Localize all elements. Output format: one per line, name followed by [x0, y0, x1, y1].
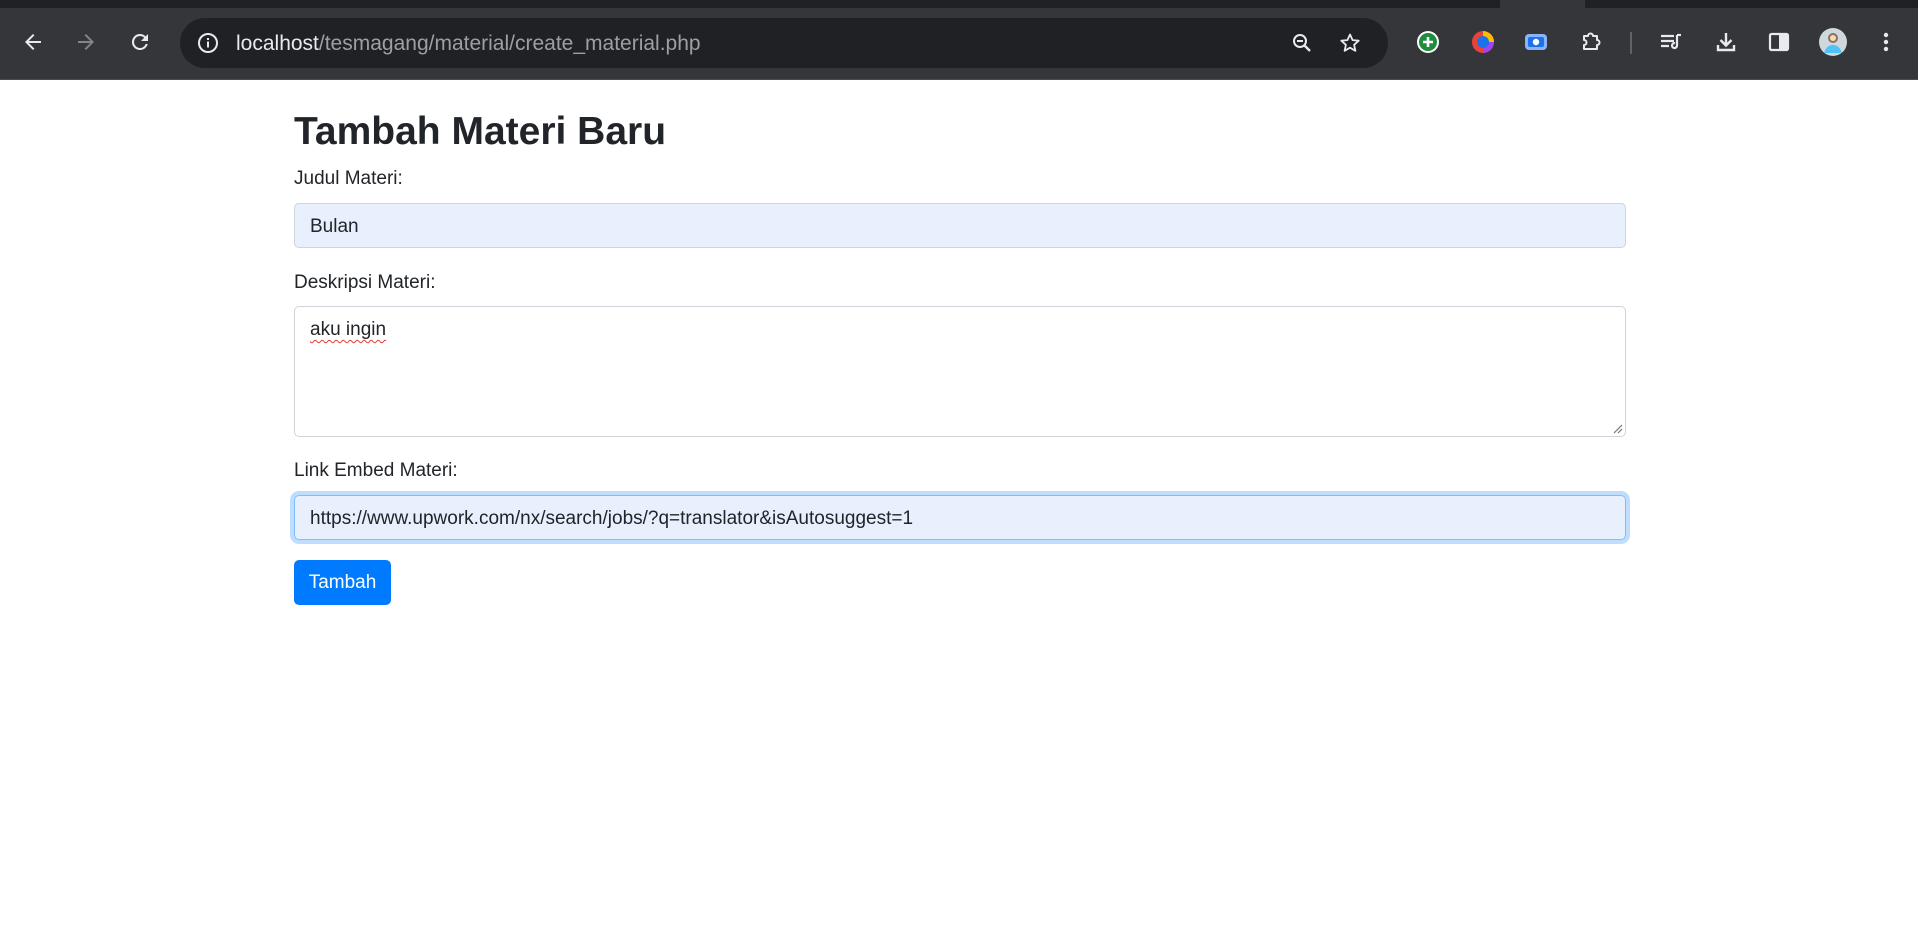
- browser-toolbar: localhost/tesmagang/material/create_mate…: [0, 0, 1918, 80]
- add-extension-icon[interactable]: [1411, 25, 1445, 59]
- link-label: Link Embed Materi:: [294, 460, 458, 481]
- menu-kebab-icon[interactable]: [1869, 25, 1903, 59]
- bookmark-star-icon[interactable]: [1334, 27, 1366, 59]
- address-bar[interactable]: localhost/tesmagang/material/create_mate…: [180, 18, 1388, 68]
- resize-grip-icon[interactable]: [1611, 422, 1623, 434]
- description-textarea[interactable]: aku ingin: [294, 306, 1626, 437]
- link-embed-input[interactable]: https://www.upwork.com/nx/search/jobs/?q…: [294, 495, 1626, 540]
- url-path: /tesmagang/material/create_material.php: [318, 32, 701, 55]
- title-input[interactable]: Bulan: [294, 203, 1626, 248]
- reload-icon: [131, 33, 148, 50]
- back-button[interactable]: [13, 22, 53, 62]
- screen-capture-icon[interactable]: [1519, 25, 1553, 59]
- url-host: localhost: [236, 32, 319, 55]
- side-panel-icon[interactable]: [1762, 25, 1796, 59]
- toolbar-separator: [1630, 32, 1632, 54]
- color-extension-icon[interactable]: [1466, 25, 1500, 59]
- download-icon[interactable]: [1709, 25, 1743, 59]
- tab-strip: [0, 0, 1500, 8]
- site-info-icon[interactable]: [192, 27, 224, 59]
- reading-list-icon[interactable]: [1654, 25, 1688, 59]
- description-label: Deskripsi Materi:: [294, 272, 436, 293]
- description-textarea-value: aku ingin: [310, 319, 387, 340]
- title-label: Judul Materi:: [294, 168, 403, 189]
- back-icon: [25, 34, 41, 50]
- forward-icon: [78, 34, 94, 50]
- zoom-icon[interactable]: [1286, 27, 1318, 59]
- forward-button[interactable]: [66, 22, 106, 62]
- url-text[interactable]: localhost/tesmagang/material/create_mate…: [236, 32, 701, 56]
- extensions-puzzle-icon[interactable]: [1574, 25, 1608, 59]
- link-embed-input-value: https://www.upwork.com/nx/search/jobs/?q…: [310, 508, 914, 529]
- title-input-value: Bulan: [310, 216, 359, 237]
- profile-avatar[interactable]: [1816, 25, 1850, 59]
- tab-strip-right: [1585, 0, 1918, 8]
- submit-button[interactable]: Tambah: [294, 560, 391, 605]
- reload-button[interactable]: [120, 22, 160, 62]
- page-title: Tambah Materi Baru: [294, 110, 667, 153]
